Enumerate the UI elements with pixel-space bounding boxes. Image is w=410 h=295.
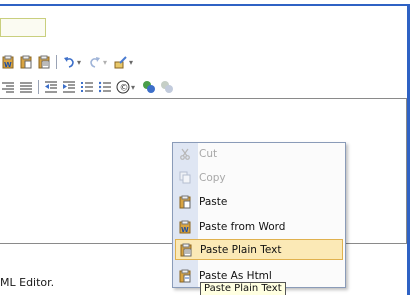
numbered-list-icon[interactable] — [79, 79, 95, 95]
undo-dropdown-arrow[interactable]: ▾ — [77, 58, 81, 67]
context-menu: Cut Copy Paste W Paste from Word Paste P… — [172, 142, 346, 288]
bulleted-list-icon[interactable] — [97, 79, 113, 95]
toolbar-row-1: W ▾ ▾ ▾ — [0, 54, 139, 70]
format-dropdown-arrow[interactable]: ▾ — [129, 58, 133, 67]
tooltip: Paste Plain Text — [200, 282, 286, 295]
name-field[interactable] — [0, 18, 46, 37]
menu-item-label: Paste As Html — [199, 269, 272, 282]
symbol-dropdown-arrow[interactable]: ▾ — [131, 83, 135, 92]
svg-text:W: W — [4, 61, 12, 69]
status-text: ML Editor. — [0, 276, 55, 289]
justify-icon[interactable] — [18, 79, 34, 95]
menu-item-paste[interactable]: Paste — [175, 191, 343, 212]
menu-item-label: Copy — [199, 171, 226, 184]
toolbar-row-2: © ▾ — [0, 79, 177, 95]
menu-item-copy[interactable]: Copy — [175, 167, 343, 188]
paste-plain-text-icon — [178, 242, 194, 258]
menu-item-label: Paste from Word — [199, 220, 286, 233]
menu-item-cut[interactable]: Cut — [175, 143, 343, 164]
toolbar-separator — [56, 55, 57, 69]
paste-icon — [177, 194, 193, 210]
menu-item-label: Cut — [199, 147, 218, 160]
copy-icon — [177, 170, 193, 186]
paste-icon[interactable] — [18, 54, 34, 70]
format-brush-icon[interactable] — [113, 54, 129, 70]
insert-symbol-icon[interactable]: © — [115, 79, 131, 95]
menu-item-paste-plain-text[interactable]: Paste Plain Text — [175, 239, 343, 260]
menu-item-label: Paste Plain Text — [200, 243, 282, 256]
redo-dropdown-arrow[interactable]: ▾ — [103, 58, 107, 67]
paste-from-word-icon[interactable]: W — [0, 54, 16, 70]
undo-icon[interactable] — [61, 54, 77, 70]
paste-as-html-icon — [177, 268, 193, 284]
outdent-icon[interactable] — [43, 79, 59, 95]
svg-text:©: © — [120, 84, 129, 94]
svg-text:W: W — [181, 226, 189, 234]
menu-item-label: Paste — [199, 195, 228, 208]
cut-icon — [177, 146, 193, 162]
remove-link-icon[interactable] — [159, 79, 175, 95]
window-frame-top — [0, 4, 410, 6]
paste-plain-text-icon[interactable] — [36, 54, 52, 70]
redo-icon[interactable] — [87, 54, 103, 70]
menu-item-paste-from-word[interactable]: W Paste from Word — [175, 216, 343, 237]
paste-from-word-icon: W — [177, 219, 193, 235]
indent-icon[interactable] — [61, 79, 77, 95]
toolbar-separator — [38, 80, 39, 94]
align-right-icon[interactable] — [0, 79, 16, 95]
insert-link-icon[interactable] — [141, 79, 157, 95]
